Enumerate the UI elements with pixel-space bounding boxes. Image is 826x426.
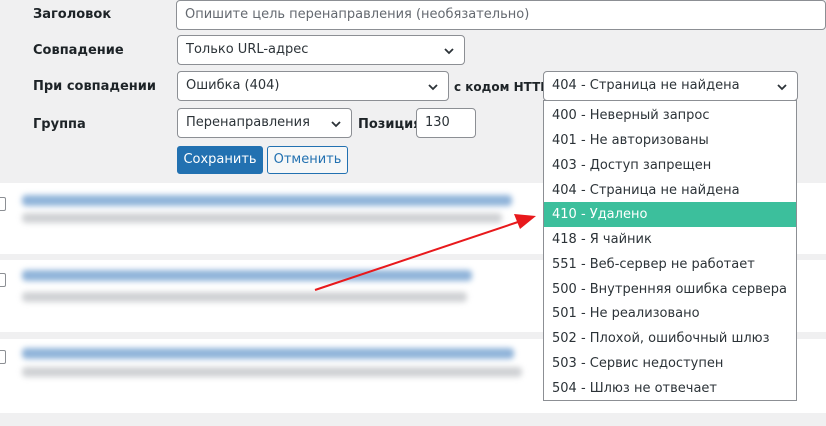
dropdown-option[interactable]: 503 - Сервис недоступен — [544, 351, 796, 376]
dropdown-option-highlighted[interactable]: 410 - Удалено — [544, 202, 796, 227]
http-code-label: с кодом HTTP — [454, 80, 550, 94]
position-label: Позиция — [358, 117, 422, 132]
http-code-dropdown-list[interactable]: 400 - Неверный запрос 401 - Не авторизов… — [543, 100, 797, 401]
chevron-down-icon — [444, 48, 454, 55]
dropdown-option[interactable]: 504 - Шлюз не отвечает — [544, 376, 796, 401]
http-code-select[interactable]: 404 - Страница не найдена — [543, 71, 798, 101]
match-select-value: Только URL-адрес — [186, 42, 309, 57]
chevron-down-icon — [777, 84, 787, 91]
dropdown-option[interactable]: 400 - Неверный запрос — [544, 103, 796, 128]
title-label: Заголовок — [33, 7, 112, 22]
save-button[interactable]: Сохранить — [177, 146, 263, 174]
chevron-down-icon — [428, 84, 438, 91]
match-label: Совпадение — [33, 43, 124, 58]
group-select-value: Перенаправления — [186, 115, 310, 130]
when-matched-label: При совпадении — [33, 79, 156, 94]
group-select[interactable]: Перенаправления — [177, 108, 352, 138]
title-input[interactable]: Опишите цель перенаправления (необязател… — [176, 0, 826, 30]
position-input[interactable]: 130 — [416, 108, 476, 138]
group-label: Группа — [33, 117, 86, 132]
match-select[interactable]: Только URL-адрес — [177, 35, 465, 65]
dropdown-option[interactable]: 502 - Плохой, ошибочный шлюз — [544, 326, 796, 351]
dropdown-option[interactable]: 418 - Я чайник — [544, 227, 796, 252]
dropdown-option[interactable]: 551 - Веб-сервер не работает — [544, 252, 796, 277]
dropdown-option[interactable]: 404 - Страница не найдена — [544, 178, 796, 203]
dropdown-option[interactable]: 500 - Внутренняя ошибка сервера — [544, 277, 796, 302]
when-matched-select[interactable]: Ошибка (404) — [177, 71, 449, 101]
row-checkbox[interactable] — [0, 273, 6, 287]
row-checkbox[interactable] — [0, 197, 6, 211]
cancel-button[interactable]: Отменить — [267, 146, 348, 174]
when-matched-select-value: Ошибка (404) — [186, 78, 280, 93]
dropdown-option[interactable]: 401 - Не авторизованы — [544, 128, 796, 153]
row-checkbox[interactable] — [0, 350, 6, 364]
http-code-select-value: 404 - Страница не найдена — [552, 78, 740, 93]
dropdown-option[interactable]: 403 - Доступ запрещен — [544, 153, 796, 178]
dropdown-option[interactable]: 501 - Не реализовано — [544, 301, 796, 326]
chevron-down-icon — [331, 121, 341, 128]
